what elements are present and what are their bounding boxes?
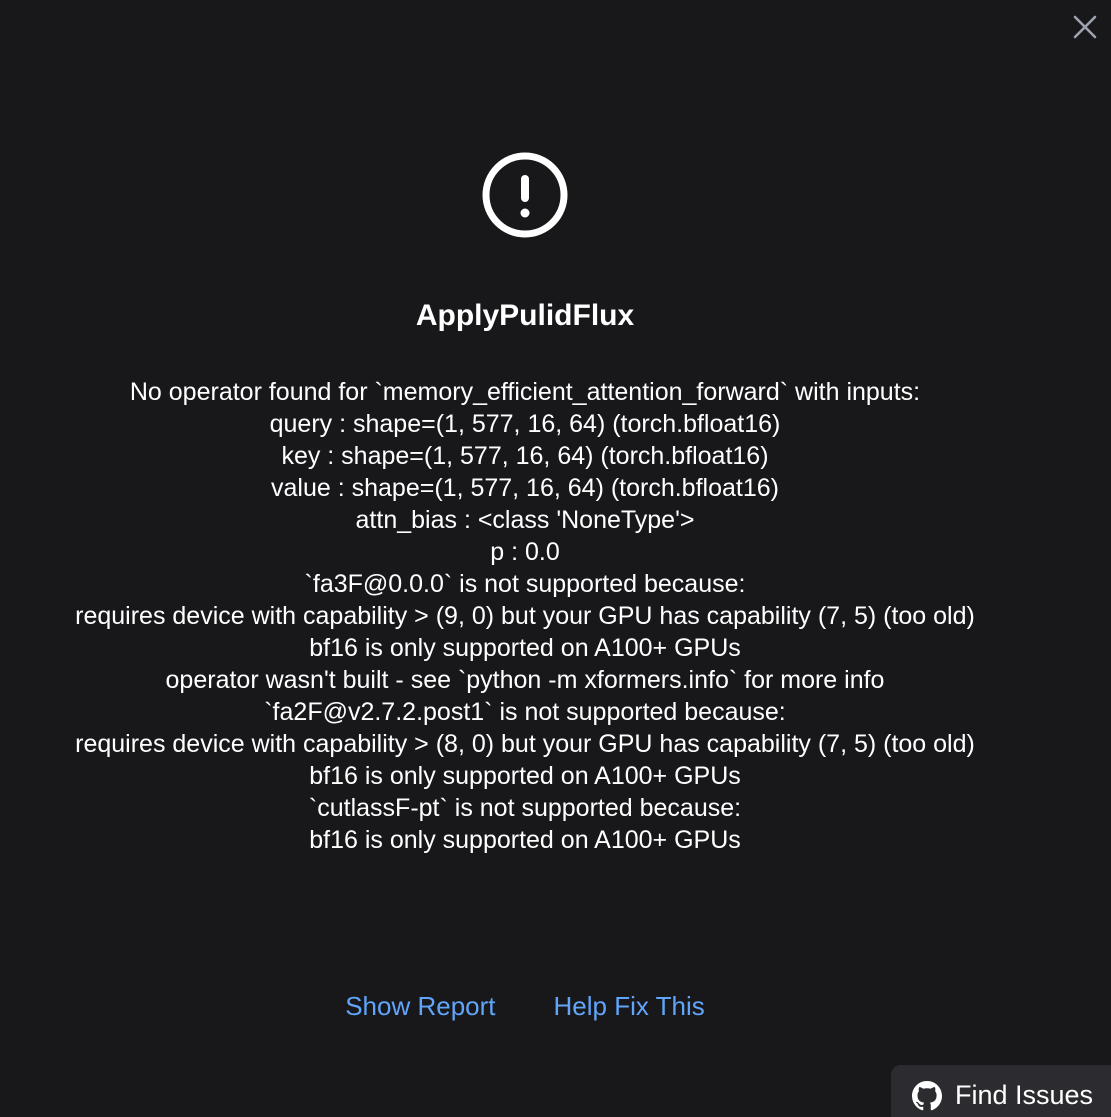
- error-message-line: `fa2F@v2.7.2.post1` is not supported bec…: [264, 698, 786, 726]
- github-icon: [912, 1081, 942, 1111]
- help-fix-button[interactable]: Help Fix This: [554, 988, 705, 1024]
- dialog-actions: Show Report Help Fix This: [0, 988, 1050, 1024]
- error-message-line: query : shape=(1, 577, 16, 64) (torch.bf…: [269, 410, 781, 438]
- error-message-line: `cutlassF-pt` is not supported because:: [308, 794, 742, 822]
- error-message-line: operator wasn't built - see `python -m x…: [165, 666, 885, 694]
- error-title: ApplyPulidFlux: [415, 299, 635, 332]
- find-issues-label: Find Issues: [955, 1080, 1094, 1110]
- error-message-line: bf16 is only supported on A100+ GPUs: [309, 826, 741, 854]
- close-button[interactable]: [1070, 12, 1100, 42]
- find-issues-button[interactable]: Find Issues: [891, 1065, 1111, 1117]
- error-message-line: attn_bias : <class 'NoneType'>: [355, 506, 695, 534]
- error-message-line: requires device with capability > (8, 0)…: [75, 730, 975, 758]
- error-message-line: `fa3F@0.0.0` is not supported because:: [304, 570, 746, 598]
- error-message-line: requires device with capability > (9, 0)…: [75, 602, 975, 630]
- show-report-button[interactable]: Show Report: [345, 988, 495, 1024]
- error-message: No operator found for `memory_efficient_…: [0, 376, 1050, 856]
- error-message-line: bf16 is only supported on A100+ GPUs: [309, 634, 741, 662]
- error-message-line: value : shape=(1, 577, 16, 64) (torch.bf…: [271, 474, 779, 502]
- error-message-line: p : 0.0: [490, 538, 560, 566]
- error-dialog: ApplyPulidFlux No operator found for `me…: [0, 0, 1111, 1117]
- close-icon: [1073, 15, 1097, 39]
- error-message-line: bf16 is only supported on A100+ GPUs: [309, 762, 741, 790]
- error-message-line: No operator found for `memory_efficient_…: [129, 378, 921, 406]
- error-message-line: key : shape=(1, 577, 16, 64) (torch.bflo…: [281, 442, 769, 470]
- exclamation-circle-icon: [482, 152, 568, 238]
